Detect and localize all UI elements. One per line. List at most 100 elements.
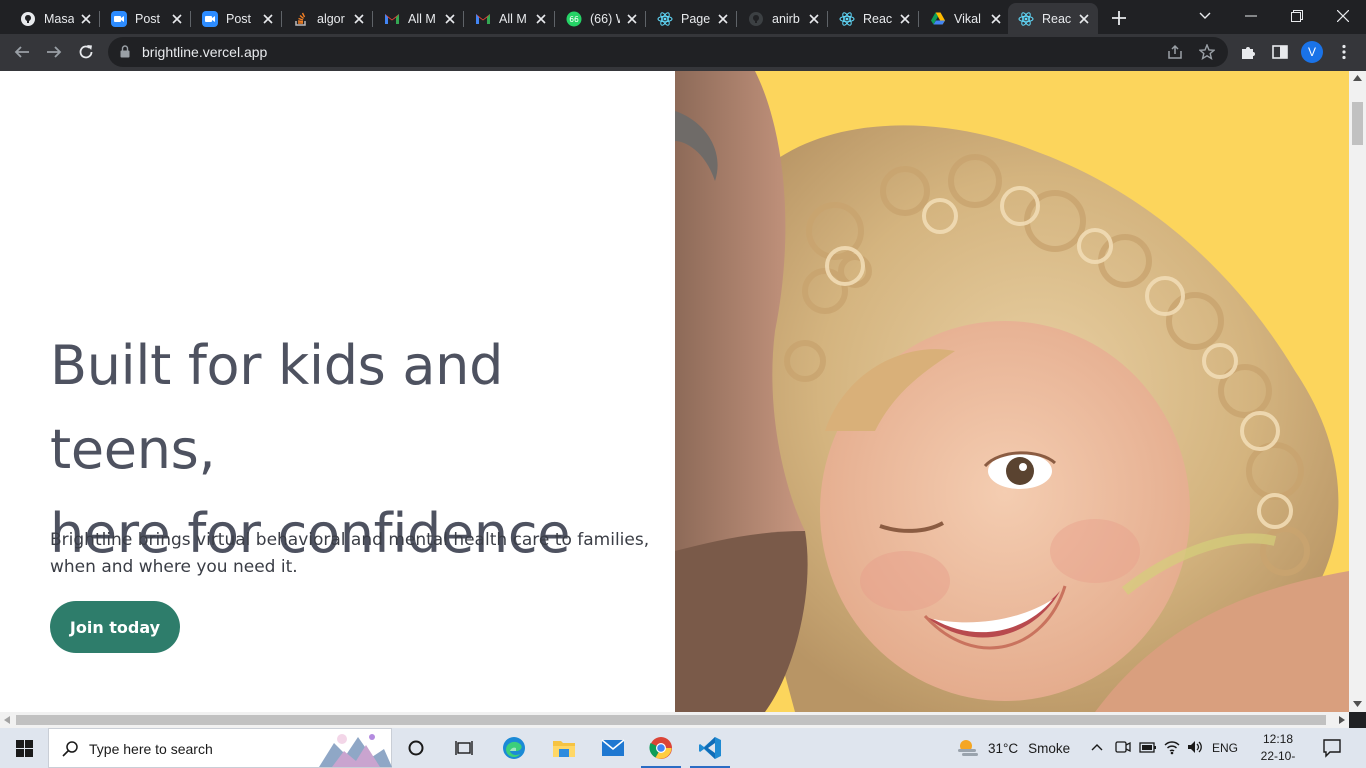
vscode-app[interactable] [686, 728, 734, 768]
scroll-up-arrow-icon[interactable] [1353, 75, 1362, 81]
close-tab-icon[interactable] [78, 11, 94, 27]
start-button[interactable] [0, 728, 48, 768]
new-tab-button[interactable] [1106, 5, 1132, 31]
mail-app[interactable] [589, 728, 637, 768]
back-button[interactable] [8, 38, 36, 66]
google-drive-icon [930, 11, 946, 27]
browser-tab-active[interactable]: Reac [1008, 3, 1098, 34]
browser-tab[interactable]: algor [283, 3, 373, 34]
search-icon [62, 741, 78, 757]
close-tab-icon[interactable] [260, 11, 276, 27]
tab-title: All M [499, 11, 527, 26]
chevron-up-icon[interactable] [1091, 743, 1103, 751]
url-text[interactable]: brightline.vercel.app [142, 44, 267, 60]
wifi-icon[interactable] [1164, 739, 1180, 755]
gmail-icon [475, 11, 491, 27]
close-tab-icon[interactable] [897, 11, 913, 27]
task-view-icon [455, 741, 473, 755]
hero-photo [675, 71, 1349, 712]
vertical-scrollbar[interactable] [1349, 71, 1366, 712]
clock[interactable]: 12:18 22-10-2022 [1248, 731, 1308, 768]
restore-button[interactable] [1274, 0, 1320, 32]
browser-tab[interactable]: anirb [738, 3, 828, 34]
stackoverflow-icon [293, 11, 309, 27]
profile-avatar[interactable]: V [1301, 41, 1323, 63]
join-today-button[interactable]: Join today [50, 601, 180, 653]
lock-icon[interactable] [120, 45, 130, 58]
whatsapp-icon: 66 [566, 11, 582, 27]
close-tab-icon[interactable] [533, 11, 549, 27]
scroll-right-arrow-icon[interactable] [1339, 716, 1345, 724]
zoom-icon [202, 10, 218, 27]
taskbar-search-box[interactable]: Type here to search [48, 728, 392, 768]
tab-title: Post [226, 11, 252, 26]
browser-tab[interactable]: Post [192, 3, 282, 34]
cortana-button[interactable] [392, 728, 440, 768]
reload-button[interactable] [72, 38, 100, 66]
share-icon[interactable] [1167, 44, 1183, 65]
volume-icon[interactable] [1187, 739, 1205, 755]
close-tab-icon[interactable] [988, 11, 1004, 27]
mail-icon [601, 739, 625, 756]
minimize-icon [1245, 15, 1257, 17]
meet-now-icon[interactable] [1115, 739, 1131, 755]
close-window-button[interactable] [1320, 0, 1366, 32]
weather-widget[interactable]: 31°C Smoke [956, 738, 1070, 758]
browser-tab[interactable]: 66 (66) W [556, 3, 646, 34]
react-icon [839, 11, 855, 27]
input-language[interactable]: ENG [1212, 741, 1238, 755]
tab-strip: Masai Post Post algor All M All M 66 (66… [0, 0, 1366, 34]
close-tab-icon[interactable] [1076, 11, 1092, 27]
forward-button[interactable] [40, 38, 68, 66]
browser-tab[interactable]: Vikal [920, 3, 1010, 34]
close-tab-icon[interactable] [806, 11, 822, 27]
bookmark-star-icon[interactable] [1198, 43, 1216, 65]
browser-tab[interactable]: Post [101, 3, 191, 34]
close-tab-icon[interactable] [624, 11, 640, 27]
scrollbar-thumb[interactable] [1352, 102, 1363, 145]
tab-title: algor [317, 11, 345, 26]
close-tab-icon[interactable] [715, 11, 731, 27]
edge-icon [503, 737, 525, 759]
side-panel-button[interactable] [1266, 38, 1294, 66]
github-icon [20, 11, 36, 27]
child-photo-illustration [675, 71, 1349, 712]
tab-search-button[interactable] [1182, 0, 1228, 32]
close-tab-icon[interactable] [169, 11, 185, 27]
browser-tab[interactable]: Masai [10, 3, 100, 34]
tab-title: Reac [863, 11, 893, 26]
battery-icon[interactable] [1139, 739, 1157, 755]
chrome-app[interactable] [637, 728, 685, 768]
horizontal-scrollbar[interactable] [0, 712, 1349, 728]
menu-button[interactable] [1330, 38, 1358, 66]
clock-time: 12:18 [1262, 732, 1294, 746]
github-icon [748, 11, 764, 27]
search-placeholder[interactable]: Type here to search [89, 741, 213, 757]
file-explorer-icon [553, 741, 575, 757]
task-view-button[interactable] [440, 728, 488, 768]
weather-temperature: 31°C [988, 740, 1019, 756]
browser-tab[interactable]: Page [647, 3, 737, 34]
scroll-down-arrow-icon[interactable] [1353, 701, 1362, 707]
notification-icon[interactable] [1322, 738, 1342, 758]
tab-title: Vikal [954, 11, 981, 26]
browser-tab[interactable]: All M [465, 3, 555, 34]
address-bar[interactable]: brightline.vercel.app [108, 37, 1228, 67]
file-explorer-app[interactable] [540, 728, 588, 768]
arrow-left-icon [14, 46, 29, 58]
close-tab-icon[interactable] [442, 11, 458, 27]
minimize-button[interactable] [1228, 0, 1274, 32]
browser-toolbar: brightline.vercel.app [0, 34, 1366, 71]
react-icon [657, 11, 673, 27]
scrollbar-thumb[interactable] [16, 715, 1326, 725]
browser-tab[interactable]: All M [374, 3, 464, 34]
extensions-button[interactable] [1234, 38, 1262, 66]
tab-title: Masai [44, 11, 74, 26]
kebab-menu-icon [1342, 44, 1346, 60]
scroll-left-arrow-icon[interactable] [4, 716, 10, 724]
edge-app[interactable] [490, 728, 538, 768]
close-tab-icon[interactable] [351, 11, 367, 27]
headline-line: Built for kids and teens, [50, 334, 504, 481]
browser-tab[interactable]: Reac [829, 3, 919, 34]
tab-title: Post [135, 11, 161, 26]
